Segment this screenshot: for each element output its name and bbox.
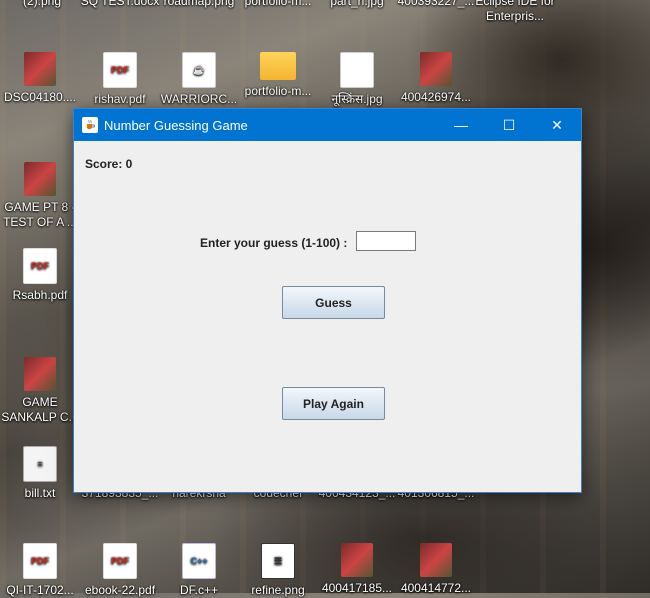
desktop-icon[interactable]: portfolio-m...: [236, 52, 320, 99]
desktop-icon[interactable]: ☕ WARRIORC...: [157, 52, 241, 107]
desktop-icon[interactable]: ≡ bill.txt: [0, 446, 82, 501]
game-window: Number Guessing Game — ☐ ✕ Score: 0 Ente…: [73, 108, 582, 493]
desktop-icon[interactable]: DSC04180....: [0, 52, 82, 105]
guess-button[interactable]: Guess: [282, 286, 385, 319]
image-file-icon: [420, 543, 452, 577]
pdf-file-icon: PDF: [23, 543, 57, 579]
desktop-icon[interactable]: GAME PT 8 - TEST OF A ...: [0, 162, 82, 230]
play-again-button[interactable]: Play Again: [282, 387, 385, 420]
image-file-icon: [420, 52, 452, 86]
desktop-icon[interactable]: नूस्क्रिंस.jpg: [315, 52, 399, 107]
desktop-icon[interactable]: GAME SANKALP C...: [0, 357, 82, 425]
desktop-icon[interactable]: Eclipse IDE for Enterpris...: [473, 0, 557, 24]
java-app-icon: [82, 117, 98, 133]
java-file-icon: ☕: [182, 52, 216, 88]
desktop-icon[interactable]: PDF ebook-22.pdf: [78, 543, 162, 598]
minimize-icon: —: [454, 117, 468, 133]
game-panel: Score: 0 Enter your guess (1-100) : Gues…: [74, 141, 581, 491]
title-bar[interactable]: Number Guessing Game — ☐ ✕: [74, 109, 581, 141]
sliders-icon: ☰: [261, 543, 295, 579]
close-button[interactable]: ✕: [533, 109, 581, 141]
pdf-file-icon: PDF: [103, 543, 137, 579]
guess-input[interactable]: [356, 231, 416, 251]
guess-prompt-label: Enter your guess (1-100) :: [200, 236, 348, 250]
image-file-icon: [341, 543, 373, 577]
desktop-icon[interactable]: PDF Rsabh.pdf: [0, 248, 82, 303]
desktop-icon[interactable]: portfolio-m...: [236, 0, 320, 9]
window-title: Number Guessing Game: [104, 117, 248, 133]
maximize-icon: ☐: [502, 116, 516, 133]
minimize-button[interactable]: —: [437, 109, 485, 141]
desktop-icon[interactable]: PDF rishav.pdf: [78, 52, 162, 107]
desktop-icon[interactable]: SQ TEST.docx: [78, 0, 162, 9]
image-file-icon: [24, 52, 56, 86]
desktop-icon[interactable]: C++ DF.c++: [157, 543, 241, 598]
desktop-icon[interactable]: 400393227_...: [394, 0, 478, 9]
maximize-button[interactable]: ☐: [485, 109, 533, 141]
score-label: Score: 0: [85, 157, 133, 171]
desktop-icon[interactable]: 400417185...: [315, 543, 399, 596]
desktop-icon[interactable]: PDF QI-IT-1702...: [0, 543, 82, 598]
image-file-icon: [24, 162, 56, 196]
desktop-icon[interactable]: ☰ refine.png: [236, 543, 320, 598]
image-file-icon: [340, 52, 374, 88]
desktop-icon[interactable]: roadmap.png: [157, 0, 241, 9]
close-icon: ✕: [551, 116, 563, 133]
desktop-icon[interactable]: part_ri.jpg: [315, 0, 399, 9]
folder-icon: [260, 52, 296, 80]
text-file-icon: ≡: [23, 446, 57, 482]
image-file-icon: [24, 357, 56, 391]
desktop-icon[interactable]: 400426974...: [394, 52, 478, 105]
desktop-icon[interactable]: 400414772...: [394, 543, 478, 596]
desktop-icon[interactable]: (2).png: [0, 0, 84, 9]
cpp-file-icon: C++: [182, 543, 216, 579]
pdf-file-icon: PDF: [103, 52, 137, 88]
pdf-file-icon: PDF: [23, 248, 57, 284]
